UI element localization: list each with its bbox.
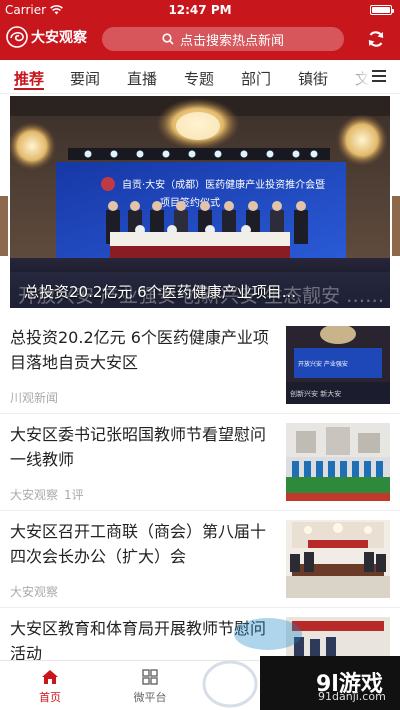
thumb-text-2: 创新兴安 新大安 xyxy=(290,389,341,398)
tabbar-micro-platform-label: 微平台 xyxy=(133,691,167,704)
tab-recommend[interactable]: 推荐 xyxy=(14,68,44,89)
menu-icon[interactable] xyxy=(372,69,386,83)
news-source: 大安观察 xyxy=(10,488,59,502)
battery-icon xyxy=(370,5,394,15)
watermark-url: 91danji.com xyxy=(318,690,386,703)
banner-sign-text-1: 自贡·大安（成都）医药健康产业投资推介会暨 xyxy=(122,178,325,191)
news-title: 总投资20.2亿元 6个医药健康产业项目落地自贡大安区 xyxy=(10,328,269,372)
news-item[interactable]: 大安区召开工商联（商会）第八届十四次会长办公（扩大）会 大安观察 xyxy=(0,511,400,608)
tabbar-home[interactable]: 首页 xyxy=(20,667,80,705)
news-source: 大安观察 xyxy=(10,585,59,599)
tab-departments[interactable]: 部门 xyxy=(241,68,271,89)
thumbnail-image: 开放兴安 产业强安 创新兴安 新大安 xyxy=(286,326,390,404)
news-title: 大安区召开工商联（商会）第八届十四次会长办公（扩大）会 xyxy=(10,522,267,566)
news-source: 川观新闻 xyxy=(10,391,59,405)
tab-topics[interactable]: 专题 xyxy=(184,68,214,89)
tab-live[interactable]: 直播 xyxy=(127,68,157,89)
news-meta: 大安观察 xyxy=(10,583,58,600)
status-time: 12:47 PM xyxy=(168,3,232,17)
news-meta: 大安观察 1评 xyxy=(10,486,84,503)
news-thumbnail xyxy=(286,520,390,598)
home-icon xyxy=(42,670,58,684)
refresh-icon[interactable] xyxy=(366,29,386,49)
active-tab-indicator xyxy=(14,88,44,90)
carousel-next-peek xyxy=(392,196,400,256)
app-screen: Carrier 12:47 PM 大安观察 点击搜索热点新闻 推荐 要闻 直播 … xyxy=(0,0,400,710)
thumbnail-image xyxy=(286,423,390,501)
tab-towns[interactable]: 镇街 xyxy=(298,68,328,89)
news-thumbnail xyxy=(286,423,390,501)
thumbnail-image xyxy=(286,520,390,598)
logo-swirl-icon xyxy=(6,26,28,48)
banner-sign-text-2: 项目签约仪式 xyxy=(160,196,220,209)
tab-headlines[interactable]: 要闻 xyxy=(70,68,100,89)
news-thumbnail: 开放兴安 产业强安 创新兴安 新大安 xyxy=(286,326,390,404)
app-header: Carrier 12:47 PM 大安观察 点击搜索热点新闻 xyxy=(0,0,400,60)
search-placeholder: 点击搜索热点新闻 xyxy=(179,33,284,49)
news-comment-count: 1评 xyxy=(64,488,84,502)
banner-photo: 自贡·大安（成都）医药健康产业投资推介会暨 项目签约仪式 开放兴安 产业强安 创… xyxy=(10,96,390,308)
thumb-text-1: 开放兴安 产业强安 xyxy=(298,360,348,368)
search-icon xyxy=(162,33,174,45)
tabbar-home-label: 首页 xyxy=(39,691,61,704)
banner-caption: 总投资20.2亿元 6个医药健康产业项目... xyxy=(24,283,297,301)
tabbar-micro-platform[interactable]: 微平台 xyxy=(120,667,180,705)
featured-banner[interactable]: 自贡·大安（成都）医药健康产业投资推介会暨 项目签约仪式 开放兴安 产业强安 创… xyxy=(10,96,390,308)
carousel-prev-peek xyxy=(0,196,8,256)
app-name: 大安观察 xyxy=(31,30,87,46)
search-bar[interactable]: 点击搜索热点新闻 xyxy=(102,27,344,51)
news-item[interactable]: 大安区委书记张昭国教师节看望慰问一线教师 大安观察 1评 xyxy=(0,414,400,511)
watermark: 9l游戏 91danji.com xyxy=(200,612,400,710)
news-title: 大安区委书记张昭国教师节看望慰问一线教师 xyxy=(10,425,267,469)
status-bar: Carrier 12:47 PM xyxy=(0,0,400,20)
category-tabs: 推荐 要闻 直播 专题 部门 镇街 文 xyxy=(0,60,400,94)
news-item[interactable]: 总投资20.2亿元 6个医药健康产业项目落地自贡大安区 川观新闻 开放兴安 产业… xyxy=(0,317,400,414)
grid-icon xyxy=(142,669,158,685)
app-logo: 大安观察 xyxy=(6,26,87,48)
news-meta: 川观新闻 xyxy=(10,389,58,406)
